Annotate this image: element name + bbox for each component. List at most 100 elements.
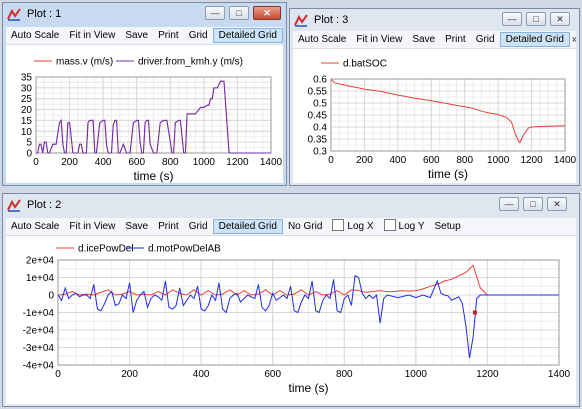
y-tick-label: 0.4 (313, 123, 327, 134)
y-tick-label: 0.45 (308, 111, 328, 122)
fit-in-view-button[interactable]: Fit in View (64, 219, 120, 234)
detailed-grid-button[interactable]: Detailed Grid (212, 28, 283, 43)
plot-logo-icon (294, 14, 308, 27)
x-tick-label: 800 (336, 369, 353, 380)
maximize-icon[interactable]: □ (523, 197, 543, 211)
log-x-checkbox[interactable]: Log X (327, 219, 378, 234)
log-y-checkbox-box[interactable] (383, 219, 396, 231)
x-tick-label: 200 (121, 369, 138, 380)
close-icon[interactable]: ✕ (550, 12, 570, 26)
x-tick-label: 1200 (476, 369, 499, 380)
print-button[interactable]: Print (440, 32, 471, 47)
y-tick-label: -1e+04 (23, 308, 55, 319)
toolbar-overflow-button[interactable]: » (570, 32, 576, 47)
legend-label: mass.v (m/s) (56, 57, 113, 68)
y-tick-label: 2e+04 (26, 256, 55, 267)
plot3-titlebar[interactable]: Plot : 3 — □ ✕ (290, 9, 579, 31)
detailed-grid-button[interactable]: Detailed Grid (499, 32, 570, 47)
plot-logo-icon (7, 199, 21, 212)
y-tick-label: 0.6 (313, 75, 327, 86)
legend-label: d.motPowDelAB (148, 244, 221, 255)
close-icon[interactable]: ✕ (253, 6, 281, 20)
save-button[interactable]: Save (120, 219, 153, 234)
print-button[interactable]: Print (153, 219, 184, 234)
x-tick-label: 1400 (554, 155, 576, 166)
plot1-window[interactable]: Plot : 1 — □ ✕ Auto Scale Fit in View Save… (2, 2, 287, 186)
x-tick-label: 1000 (487, 155, 510, 166)
legend-label: d.icePowDel (78, 244, 134, 255)
plot2-canvas[interactable]: 0 200 400 600 800 1000 1200 1400 -4e+04 -3e+04 -2e… (6, 236, 576, 404)
plot1-titlebar[interactable]: Plot : 1 — □ ✕ (3, 3, 286, 25)
x-tick-label: 1400 (548, 369, 571, 380)
x-tick-label: 1000 (405, 369, 428, 380)
maximize-icon[interactable]: □ (229, 6, 249, 20)
fit-in-view-button[interactable]: Fit in View (64, 28, 120, 43)
detailed-grid-button[interactable]: Detailed Grid (212, 219, 283, 234)
x-tick-label: 0 (33, 157, 39, 168)
x-tick-label: 400 (390, 155, 407, 166)
minimize-icon[interactable]: — (499, 197, 519, 211)
data-marker (472, 310, 477, 315)
plot3-title: Plot : 3 (314, 14, 349, 26)
y-tick-label: 0.35 (308, 135, 328, 146)
log-y-checkbox[interactable]: Log Y (379, 219, 430, 234)
auto-scale-button[interactable]: Auto Scale (293, 32, 351, 47)
x-tick-label: 1000 (193, 157, 216, 168)
close-icon[interactable]: ✕ (547, 197, 567, 211)
legend-label: driver.from_kmh.y (m/s) (138, 57, 243, 68)
x-tick-label: 400 (95, 157, 112, 168)
auto-scale-button[interactable]: Auto Scale (6, 219, 64, 234)
x-tick-label: 1200 (520, 155, 543, 166)
log-x-checkbox-box[interactable] (332, 219, 345, 231)
y-tick-label: 1e+04 (26, 273, 55, 284)
plot3-toolbar: Auto Scale Fit in View Save Print Grid Detail… (293, 31, 576, 49)
grid-button[interactable]: Grid (184, 28, 213, 43)
maximize-icon[interactable]: □ (526, 12, 546, 26)
y-tick-label: 0 (26, 149, 32, 160)
x-tick-label: 0 (328, 155, 334, 166)
y-tick-label: 0 (48, 291, 54, 302)
log-y-label: Log Y (398, 221, 425, 232)
x-tick-label: 600 (264, 369, 281, 380)
x-axis-label: time (s) (428, 167, 468, 181)
plot3-chart: 0 200 400 600 800 1000 1200 14000.30.350.40.450… (308, 59, 577, 182)
plot2-toolbar: Auto Scale Fit in View Save Print Grid Detail… (6, 218, 576, 236)
print-button[interactable]: Print (153, 28, 184, 43)
x-tick-label: 1200 (226, 157, 249, 168)
x-tick-label: 1400 (260, 157, 283, 168)
minimize-icon[interactable]: — (502, 12, 522, 26)
y-tick-label: 0.3 (313, 147, 327, 158)
x-tick-label: 200 (356, 155, 373, 166)
y-tick-label: -2e+04 (23, 326, 55, 337)
y-tick-label: 35 (21, 73, 33, 84)
plot1-chart: 0 200 400 600 800 1000 1200 1400 05101520253035 m… (21, 57, 283, 184)
setup-button[interactable]: Setup (430, 219, 466, 234)
x-axis-label: time (s) (289, 381, 329, 395)
y-tick-label: 20 (21, 105, 33, 116)
minimize-icon[interactable]: — (205, 6, 225, 20)
no-grid-button[interactable]: No Grid (283, 219, 327, 234)
grid-button[interactable]: Grid (184, 219, 213, 234)
legend-label: d.batSOC (343, 59, 387, 70)
fit-in-view-button[interactable]: Fit in View (351, 32, 407, 47)
save-button[interactable]: Save (407, 32, 440, 47)
y-tick-label: 0.5 (313, 99, 327, 110)
plot1-canvas[interactable]: 0 200 400 600 800 1000 1200 1400 0 5 10 15 20 25 30 35 m… (6, 45, 283, 183)
x-tick-label: 600 (423, 155, 440, 166)
x-tick-label: 600 (128, 157, 145, 168)
x-axis-label: time (s) (134, 169, 174, 183)
plot2-window[interactable]: Plot : 2 — □ ✕ Auto Scale Fit in View Save… (2, 193, 580, 407)
x-tick-label: 200 (61, 157, 78, 168)
plot3-canvas[interactable]: 0 200 400 600 800 1000 1200 1400 0.3 0.35 0.4 0.45 0… (293, 49, 577, 183)
y-tick-label: 0.55 (308, 87, 328, 98)
save-button[interactable]: Save (120, 28, 153, 43)
grid-button[interactable]: Grid (471, 32, 500, 47)
y-tick-label: 25 (21, 94, 33, 105)
x-tick-label: 400 (193, 369, 210, 380)
plot2-titlebar[interactable]: Plot : 2 — □ ✕ (3, 194, 579, 216)
x-tick-label: 800 (456, 155, 473, 166)
auto-scale-button[interactable]: Auto Scale (6, 28, 64, 43)
y-tick-label: 30 (21, 83, 33, 94)
plot2-chart: 0 200 400 600 800 1000 1200 1400 -4e+04 -3e+04 -2e… (23, 244, 571, 396)
plot3-window[interactable]: Plot : 3 — □ ✕ Auto Scale Fit in View Save… (289, 8, 580, 186)
